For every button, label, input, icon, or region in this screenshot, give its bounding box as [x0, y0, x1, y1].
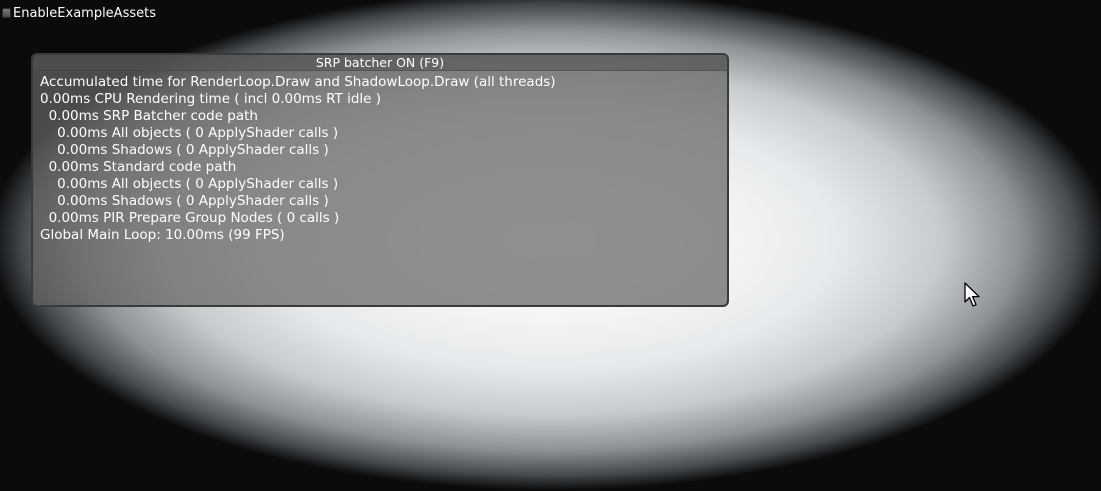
stat-line-standard-all-objects: 0.00ms All objects ( 0 ApplyShader calls… [40, 176, 339, 192]
toggle-label: EnableExampleAssets [13, 5, 156, 21]
stat-line-global-main-loop: Global Main Loop: 10.00ms (99 FPS) [40, 227, 285, 243]
stat-line-standard-path: 0.00ms Standard code path [40, 159, 237, 175]
stat-line-cpu-rendering-time: 0.00ms CPU Rendering time ( incl 0.00ms … [40, 91, 382, 107]
srp-batcher-stats-window: SRP batcher ON (F9) Accumulated time for… [31, 53, 729, 307]
window-title: SRP batcher ON (F9) [33, 55, 727, 71]
checkbox-icon[interactable] [2, 8, 11, 18]
stat-line-accumulated-time: Accumulated time for RenderLoop.Draw and… [40, 74, 556, 90]
stat-line-standard-shadows: 0.00ms Shadows ( 0 ApplyShader calls ) [40, 193, 329, 209]
stat-line-pir-prepare-group-nodes: 0.00ms PIR Prepare Group Nodes ( 0 calls… [40, 210, 340, 226]
enable-example-assets-toggle[interactable]: EnableExampleAssets [2, 4, 156, 22]
stat-line-srp-batcher-path: 0.00ms SRP Batcher code path [40, 108, 258, 124]
stats-text-block: Accumulated time for RenderLoop.Draw and… [40, 74, 556, 244]
stat-line-srp-shadows: 0.00ms Shadows ( 0 ApplyShader calls ) [40, 142, 329, 158]
mouse-pointer-icon [964, 282, 980, 307]
stat-line-srp-all-objects: 0.00ms All objects ( 0 ApplyShader calls… [40, 125, 339, 141]
